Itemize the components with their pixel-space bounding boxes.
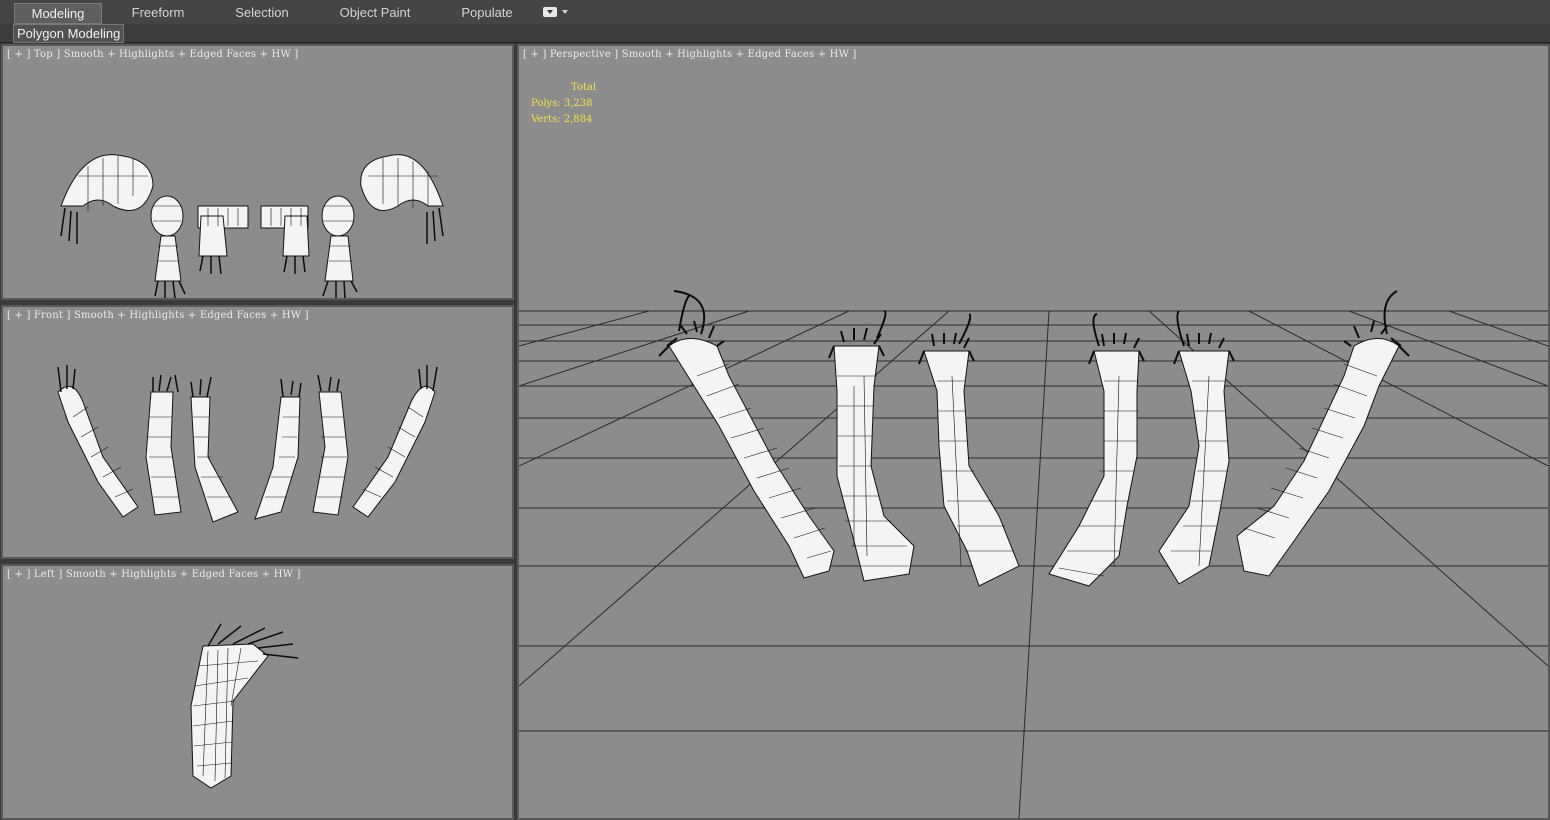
top-shoulder-4 [321, 195, 355, 237]
front-arm-5 [312, 391, 349, 516]
ribbon-tabs: Modeling Freeform Selection Object Paint… [0, 0, 1550, 25]
tab-object-paint[interactable]: Object Paint [326, 3, 424, 22]
tab-selection[interactable]: Selection [220, 3, 304, 22]
ground-grid [519, 310, 1548, 818]
top-arm-6 [360, 154, 444, 211]
top-shoulder-1 [150, 195, 184, 237]
chevron-down-icon [562, 10, 568, 14]
viewport-top[interactable]: [ + ] Top ] Smooth + Highlights + Edged … [1, 44, 514, 300]
front-arm-6 [352, 385, 436, 518]
top-arm-1 [60, 154, 154, 211]
top-hand-3 [282, 215, 310, 257]
top-hand-2 [198, 215, 228, 257]
tab-populate[interactable]: Populate [446, 3, 528, 22]
front-arm-1 [57, 385, 139, 518]
tab-modeling[interactable]: Modeling [14, 3, 102, 24]
polygon-modeling-panel-button[interactable]: Polygon Modeling [13, 24, 125, 43]
front-arm-2 [145, 391, 182, 516]
perspective-view-mesh [519, 290, 1548, 818]
left-view-mesh [190, 623, 299, 789]
front-arm-4 [254, 396, 301, 520]
top-hand-4 [324, 235, 354, 282]
front-view-mesh [57, 365, 438, 523]
perspective-arm-6 [1236, 338, 1400, 577]
viewport-left[interactable]: [ + ] Left ] Smooth + Highlights + Edged… [1, 564, 514, 820]
top-view-mesh [60, 154, 444, 298]
top-hand-1 [154, 235, 182, 282]
viewport-perspective[interactable]: [ + ] Perspective ] Smooth + Highlights … [517, 44, 1550, 820]
ribbon-options-icon[interactable] [543, 6, 571, 20]
viewport-front[interactable]: [ + ] Front ] Smooth + Highlights + Edge… [1, 305, 514, 559]
tab-freeform[interactable]: Freeform [116, 3, 200, 22]
front-arm-3 [190, 396, 239, 523]
ribbon-panel-strip: Polygon Modeling [0, 24, 1550, 43]
perspective-claws [658, 290, 1410, 365]
ribbon-box-icon [543, 7, 557, 17]
